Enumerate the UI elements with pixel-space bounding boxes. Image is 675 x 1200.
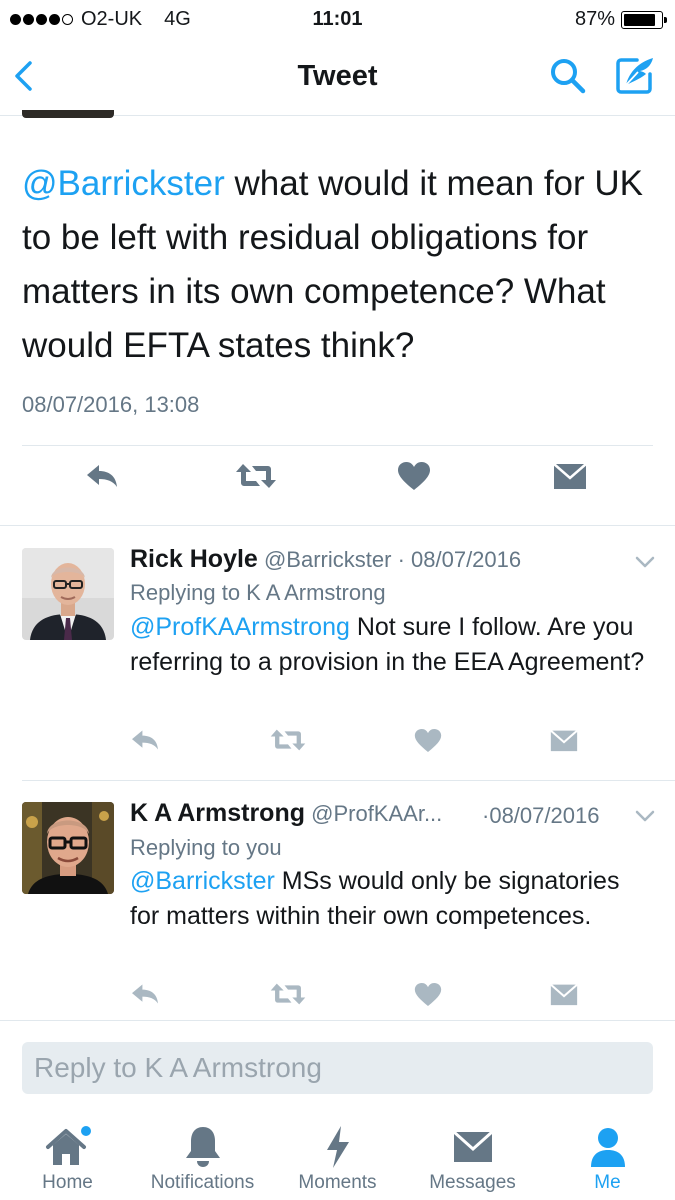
direct-message-button[interactable] [540, 974, 588, 1014]
retweet-icon [236, 464, 276, 488]
reply-actions [0, 720, 675, 780]
tweet-actions [0, 456, 675, 516]
divider [0, 525, 675, 526]
rick-hoyle-avatar-image [22, 548, 114, 640]
tab-bar: Home Notifications Moments Messages Me [0, 1115, 675, 1200]
reply-button[interactable] [121, 974, 169, 1014]
avatar[interactable] [22, 548, 114, 640]
heart-icon [398, 462, 430, 490]
compose-icon [616, 58, 653, 94]
search-button[interactable] [548, 56, 588, 96]
status-bar: O2-UK 4G 11:01 87% [0, 0, 675, 38]
tab-home[interactable]: Home [0, 1115, 135, 1200]
tab-label: Notifications [150, 1172, 255, 1193]
envelope-icon [553, 463, 587, 489]
direct-message-button[interactable] [546, 456, 594, 496]
avatar[interactable] [22, 802, 114, 894]
envelope-icon [550, 729, 578, 751]
person-icon [590, 1128, 625, 1167]
divider [22, 780, 675, 781]
ka-armstrong-avatar-image [22, 802, 114, 894]
author-name[interactable]: K A Armstrong [130, 799, 305, 827]
mention-link[interactable]: @Barrickster [22, 164, 225, 203]
reply-date: 08/07/2016 [489, 803, 600, 828]
bell-icon [185, 1127, 220, 1167]
envelope-icon [452, 1130, 493, 1162]
status-time: 11:01 [312, 8, 363, 30]
reply-date-group: ·08/07/2016 [482, 803, 599, 829]
tweet-text: @Barrickster what would it mean for UK t… [22, 157, 657, 373]
reply-button[interactable] [121, 720, 169, 760]
reply-header: Rick Hoyle @Barrickster · 08/07/2016 [130, 545, 521, 574]
author-handle[interactable]: @Barrickster [264, 547, 391, 572]
reply-text: @ProfKAArmstrong Not sure I follow. Are … [130, 610, 655, 679]
reply-icon [132, 984, 158, 1004]
home-icon [45, 1126, 91, 1165]
author-name[interactable]: Rick Hoyle [130, 545, 258, 573]
reply-button[interactable] [78, 456, 126, 496]
author-avatar-partial[interactable] [22, 110, 114, 118]
replying-to[interactable]: Replying to you [130, 835, 282, 861]
tweet-timestamp: 08/07/2016, 13:08 [22, 392, 200, 417]
envelope-icon [550, 983, 578, 1005]
tab-notifications[interactable]: Notifications [135, 1115, 270, 1200]
mention-link[interactable]: @ProfKAArmstrong [130, 613, 350, 641]
like-button[interactable] [390, 456, 438, 496]
tab-me[interactable]: Me [540, 1115, 675, 1200]
mention-link[interactable]: @Barrickster [130, 867, 275, 895]
direct-message-button[interactable] [540, 720, 588, 760]
chevron-down-icon[interactable] [632, 806, 658, 826]
tab-label: Home [42, 1172, 93, 1193]
reply-actions [0, 974, 675, 1034]
tab-label: Messages [429, 1172, 516, 1193]
retweet-icon [270, 729, 306, 751]
lightning-icon [326, 1126, 349, 1168]
tab-label: Moments [298, 1172, 377, 1193]
retweet-button[interactable] [264, 720, 312, 760]
author-handle[interactable]: @ProfKAAr... [311, 801, 442, 826]
tab-moments[interactable]: Moments [270, 1115, 405, 1200]
like-button[interactable] [404, 974, 452, 1014]
heart-icon [414, 982, 442, 1006]
heart-icon [414, 728, 442, 752]
reply-icon [132, 730, 158, 750]
nav-bar: Tweet [0, 38, 675, 116]
tab-messages[interactable]: Messages [405, 1115, 540, 1200]
status-right: 87% [574, 8, 667, 31]
reply-icon [87, 465, 117, 487]
tab-label: Me [594, 1172, 621, 1193]
meta-separator: · [397, 547, 405, 572]
divider [22, 445, 653, 446]
chevron-down-icon[interactable] [632, 552, 658, 572]
like-button[interactable] [404, 720, 452, 760]
reply-date: 08/07/2016 [411, 547, 522, 572]
reply-text: @Barrickster MSs would only be signatori… [130, 864, 655, 933]
reply-header: K A Armstrong @ProfKAAr... [130, 799, 442, 828]
compose-tweet-button[interactable] [613, 54, 657, 98]
search-icon [551, 59, 586, 94]
battery-icon [621, 10, 667, 29]
replying-to[interactable]: Replying to K A Armstrong [130, 580, 386, 606]
reply-input[interactable] [22, 1042, 653, 1094]
retweet-button[interactable] [264, 974, 312, 1014]
retweet-button[interactable] [232, 456, 280, 496]
retweet-icon [270, 983, 306, 1005]
battery-percent: 87% [574, 8, 615, 30]
divider [0, 1020, 675, 1021]
